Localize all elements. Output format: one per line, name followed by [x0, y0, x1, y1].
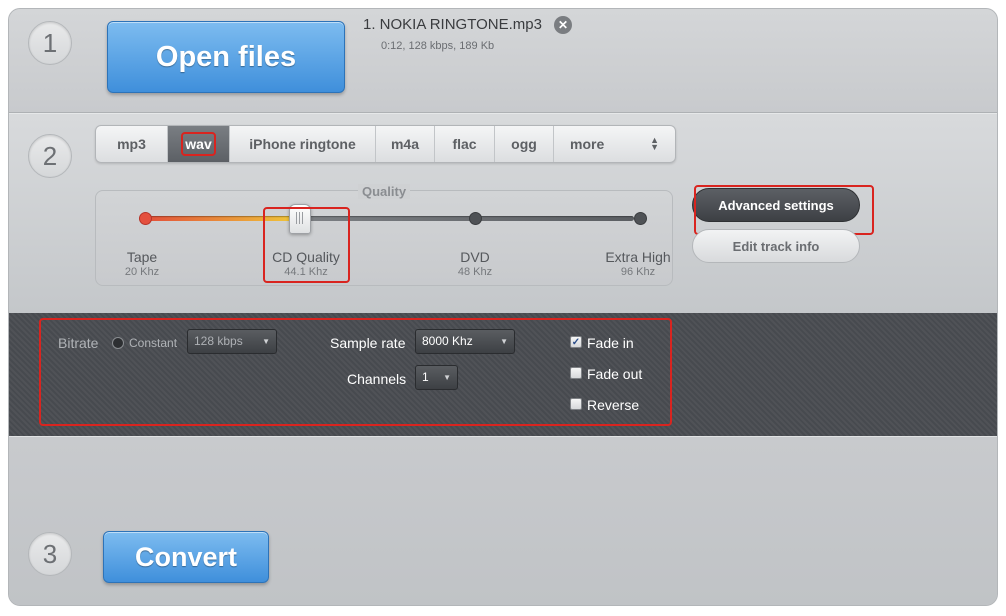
tab-label: iPhone ringtone	[249, 136, 356, 152]
file-name: 1. NOKIA RINGTONE.mp3	[363, 16, 542, 33]
quality-level-khz: 96 Khz	[620, 266, 656, 278]
quality-level-khz: 20 Khz	[124, 266, 160, 278]
tab-iphone-ringtone[interactable]: iPhone ringtone	[230, 126, 376, 162]
tab-mp3[interactable]: mp3	[96, 126, 168, 162]
advanced-settings-button[interactable]: Advanced settings	[692, 188, 860, 222]
fade-out-label: Fade out	[587, 366, 643, 382]
tab-label: mp3	[117, 136, 146, 152]
slider-tick-dvd[interactable]	[469, 212, 482, 225]
caret-down-icon: ▼	[443, 373, 451, 382]
tab-ogg[interactable]: ogg	[495, 126, 554, 162]
bitrate-value: 128 kbps	[194, 334, 243, 348]
quality-level-name: Tape	[126, 249, 158, 265]
channels-value: 1	[422, 370, 429, 384]
quality-slider-track[interactable]	[139, 216, 634, 221]
channels-label: Channels	[347, 371, 407, 387]
reverse-label: Reverse	[587, 397, 640, 413]
fade-in-checkbox[interactable]: ✓	[570, 336, 582, 348]
bitrate-label: Bitrate	[58, 335, 99, 351]
quality-level-name: DVD	[460, 249, 490, 265]
step-2-number: 2	[28, 134, 72, 178]
tab-flac[interactable]: flac	[435, 126, 495, 162]
file-meta: 0:12, 128 kbps, 189 Kb	[381, 40, 495, 52]
format-tabs: mp3 wav iPhone ringtone m4a flac ogg mor…	[95, 125, 676, 163]
updown-arrows-icon: ▲ ▼	[650, 135, 659, 152]
tab-label: m4a	[390, 136, 420, 152]
tab-label: flac	[452, 136, 477, 152]
tab-m4a[interactable]: m4a	[376, 126, 435, 162]
constant-label: Constant	[129, 336, 178, 350]
quality-label: Quality	[358, 184, 411, 199]
edit-track-info-button[interactable]: Edit track info	[692, 229, 860, 263]
quality-level-khz: 44.1 Khz	[284, 266, 328, 278]
sample-rate-dropdown[interactable]: 8000 Khz ▼	[415, 329, 515, 354]
step-3-number: 3	[28, 532, 72, 576]
convert-button[interactable]: Convert	[103, 531, 269, 583]
tab-label: ogg	[511, 136, 537, 152]
fade-out-checkbox[interactable]	[570, 367, 582, 379]
quality-slider-thumb[interactable]	[289, 204, 311, 234]
constant-radio[interactable]	[112, 337, 124, 349]
channels-dropdown[interactable]: 1 ▼	[415, 365, 458, 390]
quality-level-name: Extra High	[605, 249, 671, 265]
tab-more[interactable]: more ▲ ▼	[554, 126, 675, 162]
quality-level-khz: 48 Khz	[457, 266, 493, 278]
slider-tick-tape[interactable]	[139, 212, 152, 225]
caret-down-icon: ▼	[500, 337, 508, 346]
tab-wav[interactable]: wav	[168, 126, 230, 162]
reverse-checkbox[interactable]	[570, 398, 582, 410]
remove-file-icon[interactable]: ✕	[554, 16, 572, 34]
step-1-number: 1	[28, 21, 72, 65]
sample-rate-label: Sample rate	[330, 335, 406, 351]
converter-window	[8, 8, 998, 606]
quality-level-name: CD Quality	[272, 249, 340, 265]
sample-rate-value: 8000 Khz	[422, 334, 473, 348]
bitrate-dropdown[interactable]: 128 kbps ▼	[187, 329, 277, 354]
tab-label: wav	[181, 132, 216, 156]
fade-in-label: Fade in	[587, 335, 634, 351]
open-files-button[interactable]: Open files	[107, 21, 345, 93]
caret-down-icon: ▼	[262, 337, 270, 346]
tab-label: more	[570, 136, 605, 152]
slider-tick-extra-high[interactable]	[634, 212, 647, 225]
